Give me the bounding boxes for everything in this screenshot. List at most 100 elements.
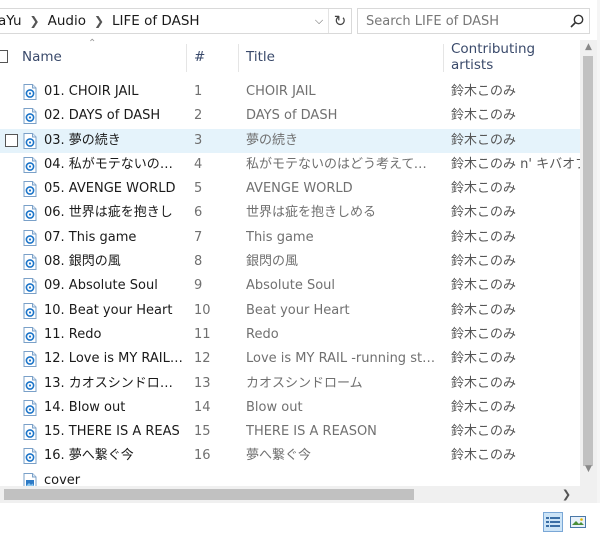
- file-name[interactable]: 16. 夢へ繋ぐ今: [44, 444, 184, 468]
- file-row[interactable]: 09. Absolute Soul 9 Absolute Soul 鈴木このみ: [0, 274, 580, 298]
- contributing-artist: 鈴木このみ: [451, 375, 517, 391]
- file-row[interactable]: 05. AVENGE WORLD 5 AVENGE WORLD 鈴木このみ: [0, 177, 580, 201]
- column-contributing-artists[interactable]: Contributing artists: [451, 40, 580, 74]
- vertical-scroll-thumb[interactable]: [583, 56, 593, 466]
- file-row[interactable]: 16. 夢へ繋ぐ今 16 夢へ繋ぐ今 鈴木このみ: [0, 444, 580, 468]
- column-title-label: Title: [246, 49, 275, 65]
- file-list: 01. CHOIR JAIL 1 CHOIR JAIL 鈴木このみ 02. DAYS o…: [0, 80, 580, 493]
- track-title: 夢の続き: [246, 132, 299, 148]
- contributing-artist: 鈴木このみ: [451, 205, 517, 221]
- contributing-artist: 鈴木このみ: [451, 351, 517, 367]
- file-name[interactable]: 10. Beat your Heart: [44, 299, 184, 323]
- track-number: 15: [194, 424, 211, 440]
- file-name[interactable]: 09. Absolute Soul: [44, 274, 184, 298]
- select-all-checkbox[interactable]: [0, 50, 8, 63]
- file-row[interactable]: 08. 銀閃の風 8 銀閃の風 鈴木このみ: [0, 250, 580, 274]
- audio-file-icon: [23, 254, 37, 271]
- file-name[interactable]: 11. Redo: [44, 323, 184, 347]
- track-title: 私がモテないのはどう考えてもお...: [246, 156, 436, 172]
- file-name[interactable]: 08. 銀閃の風: [44, 250, 184, 274]
- track-title: Blow out: [246, 399, 303, 415]
- contributing-artist: 鈴木このみ: [451, 254, 517, 270]
- file-name[interactable]: 15. THERE IS A REAS: [44, 420, 184, 444]
- file-row[interactable]: 03. 夢の続き 3 夢の続き 鈴木このみ: [0, 128, 580, 153]
- file-name[interactable]: 02. DAYS of DASH: [44, 104, 184, 128]
- breadcrumb-user[interactable]: aYu: [0, 13, 22, 29]
- track-title: Beat your Heart: [246, 302, 350, 318]
- audio-file-icon: [23, 399, 37, 416]
- search-input[interactable]: [358, 10, 565, 32]
- audio-file-icon: [23, 375, 37, 392]
- audio-file-icon: [23, 229, 37, 246]
- status-bar: [0, 503, 600, 536]
- column-divider[interactable]: [443, 44, 444, 72]
- file-name[interactable]: 05. AVENGE WORLD: [44, 177, 184, 201]
- audio-file-icon: [23, 132, 37, 149]
- file-row[interactable]: 06. 世界は疵を抱きし 6 世界は疵を抱きしめる 鈴木このみ: [0, 201, 580, 225]
- breadcrumb-current-folder[interactable]: LIFE of DASH: [112, 13, 200, 29]
- column-divider[interactable]: [238, 44, 239, 72]
- track-title: 世界は疵を抱きしめる: [246, 205, 377, 221]
- file-row[interactable]: 12. Love is MY RAIL ... 12 Love is MY RAIL…: [0, 347, 580, 371]
- audio-file-icon: [23, 108, 37, 125]
- scroll-down-icon[interactable]: ▼: [580, 464, 597, 474]
- chevron-down-icon[interactable]: ⌵: [310, 14, 328, 28]
- address-bar[interactable]: aYu ❯ Audio ❯ LIFE of DASH ⌵ ↻: [0, 8, 352, 34]
- contributing-artist: 鈴木このみ: [451, 448, 517, 464]
- file-row[interactable]: 14. Blow out 14 Blow out 鈴木このみ: [0, 396, 580, 420]
- contributing-artist: 鈴木このみ: [451, 84, 517, 99]
- file-row[interactable]: 02. DAYS of DASH 2 DAYS of DASH 鈴木このみ: [0, 104, 580, 128]
- column-name[interactable]: Name: [22, 40, 182, 74]
- file-row[interactable]: 04. 私がモテないのは... 4 私がモテないのはどう考えてもお... 鈴木このみ …: [0, 153, 580, 177]
- contributing-artist: 鈴木このみ: [451, 302, 517, 318]
- large-icons-view-icon[interactable]: [568, 512, 588, 532]
- column-name-label: Name: [22, 49, 62, 65]
- column-divider[interactable]: [186, 44, 187, 72]
- column-artists-label: Contributing artists: [451, 41, 536, 73]
- file-name[interactable]: 04. 私がモテないのは...: [44, 153, 184, 177]
- track-title: Love is MY RAIL -running start-: [246, 351, 436, 367]
- file-name[interactable]: 01. CHOIR JAIL: [44, 80, 184, 104]
- breadcrumb-audio[interactable]: Audio: [48, 13, 86, 29]
- horizontal-scroll-thumb[interactable]: [4, 489, 414, 500]
- scroll-up-icon[interactable]: ▲: [580, 42, 597, 52]
- file-name[interactable]: 14. Blow out: [44, 396, 184, 420]
- refresh-icon[interactable]: ↻: [328, 9, 351, 33]
- track-number: 10: [194, 302, 211, 318]
- column-title[interactable]: Title: [246, 40, 436, 74]
- contributing-artist: 鈴木このみ: [451, 132, 517, 148]
- audio-file-icon: [23, 181, 37, 198]
- breadcrumb-separator-icon[interactable]: ❯: [30, 14, 40, 28]
- file-name[interactable]: 06. 世界は疵を抱きし: [44, 201, 184, 225]
- file-name[interactable]: 12. Love is MY RAIL ...: [44, 347, 184, 371]
- breadcrumb-separator-icon[interactable]: ❯: [94, 14, 104, 28]
- audio-file-icon: [23, 84, 37, 100]
- contributing-artist: 鈴木このみ: [451, 424, 517, 440]
- file-row[interactable]: 15. THERE IS A REAS 15 THERE IS A REASON 鈴木…: [0, 420, 580, 444]
- scroll-right-icon[interactable]: ❯: [558, 486, 575, 503]
- contributing-artist: 鈴木このみ: [451, 181, 517, 197]
- details-view-icon[interactable]: [543, 512, 563, 532]
- column-header: ⌃ Name # Title Contributing artists: [0, 38, 580, 74]
- column-number[interactable]: #: [194, 40, 234, 74]
- search-icon[interactable]: [565, 14, 589, 28]
- track-number: 13: [194, 375, 211, 391]
- file-row[interactable]: 07. This game 7 This game 鈴木このみ: [0, 226, 580, 250]
- track-title: This game: [246, 229, 314, 245]
- file-name[interactable]: 03. 夢の続き: [44, 129, 184, 153]
- file-row[interactable]: 01. CHOIR JAIL 1 CHOIR JAIL 鈴木このみ: [0, 80, 580, 104]
- audio-file-icon: [23, 156, 37, 173]
- file-row[interactable]: 10. Beat your Heart 10 Beat your Heart 鈴木この…: [0, 299, 580, 323]
- row-checkbox[interactable]: [5, 133, 18, 147]
- file-name[interactable]: 07. This game: [44, 226, 184, 250]
- search-box[interactable]: [357, 8, 590, 34]
- vertical-scrollbar[interactable]: ▲ ▼: [580, 40, 597, 477]
- file-name[interactable]: 13. カオスシンドローム: [44, 372, 184, 396]
- horizontal-scrollbar[interactable]: ❯: [0, 486, 580, 503]
- contributing-artist: 鈴木このみ: [451, 229, 517, 245]
- file-row[interactable]: 11. Redo 11 Redo 鈴木このみ: [0, 323, 580, 347]
- track-title: カオスシンドローム: [246, 375, 363, 391]
- audio-file-icon: [23, 205, 37, 222]
- audio-file-icon: [23, 351, 37, 368]
- file-row[interactable]: 13. カオスシンドローム 13 カオスシンドローム 鈴木このみ: [0, 372, 580, 396]
